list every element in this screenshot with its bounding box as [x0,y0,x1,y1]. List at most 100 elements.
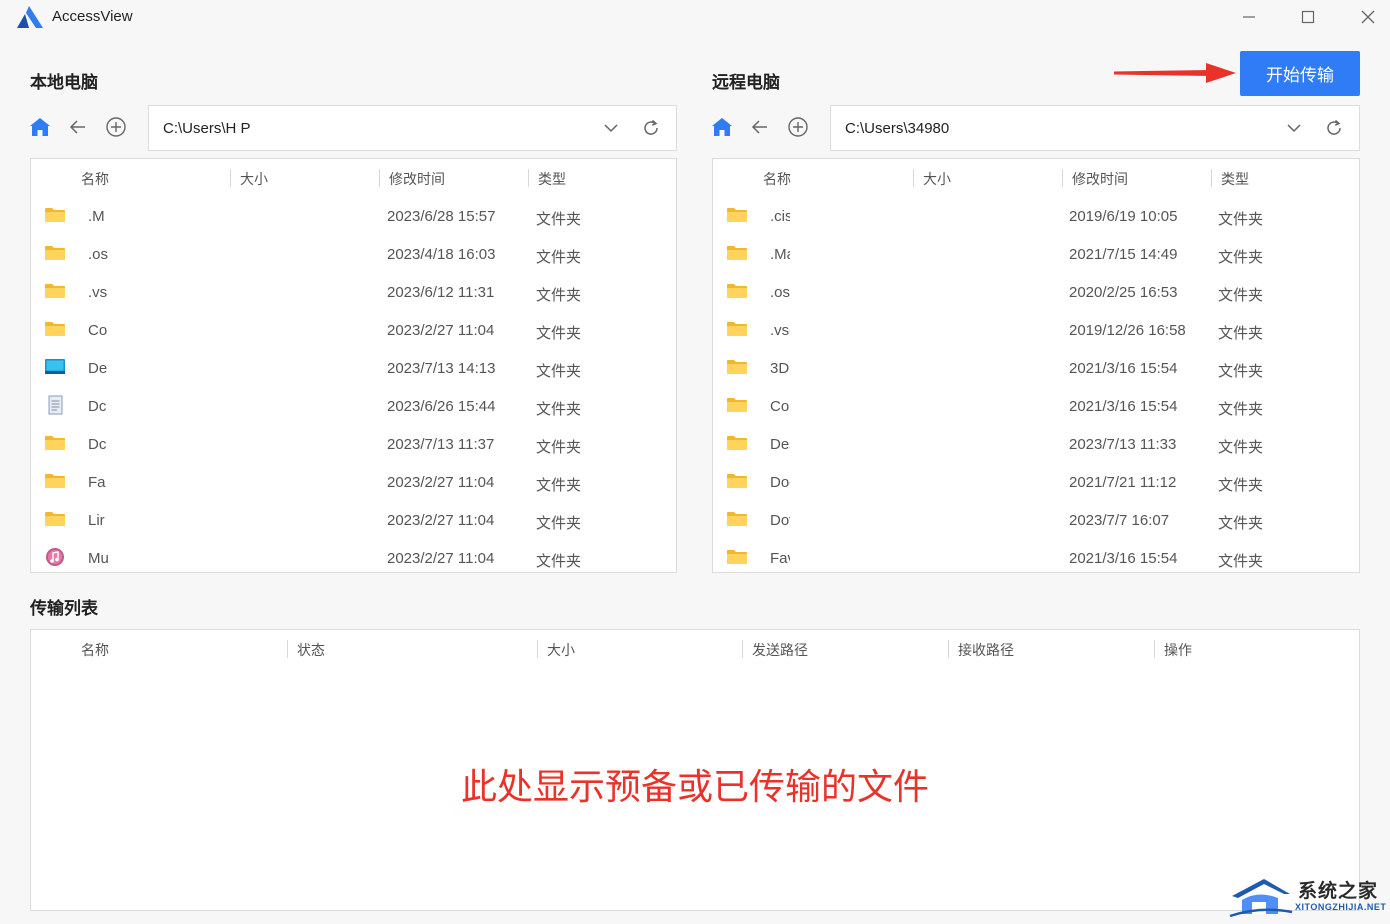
remote-add-icon[interactable] [785,114,811,140]
remote-file-row[interactable]: .Ma 2021/7/15 14:49 文件夹 [713,235,1359,273]
annotation-arrow-icon [1114,63,1236,83]
watermark-subtext: XITONGZHIJIA.NET [1295,902,1387,912]
remote-file-row[interactable]: Cor 2021/3/16 15:54 文件夹 [713,387,1359,425]
transfer-col-send-path[interactable]: 发送路径 [752,640,808,660]
column-divider[interactable] [913,169,914,187]
folder-icon [726,281,748,301]
remote-file-row[interactable]: Fav 2021/3/16 15:54 文件夹 [713,539,1359,572]
column-divider[interactable] [1154,640,1155,658]
remote-home-icon[interactable] [709,114,735,140]
file-modified-time: 2019/12/26 16:58 [1069,322,1186,339]
local-file-row[interactable]: De 2023/7/13 14:13 文件夹 [31,349,676,387]
remote-col-modified[interactable]: 修改时间 [1072,169,1128,189]
local-file-row[interactable]: .M 2023/6/28 15:57 文件夹 [31,197,676,235]
remote-path-box[interactable]: C:\Users\34980 [830,105,1360,151]
local-file-row[interactable]: Co 2023/2/27 11:04 文件夹 [31,311,676,349]
remote-path-dropdown-chevron-down-icon[interactable] [1279,113,1309,143]
local-table-header: 名称 大小 修改时间 类型 [31,159,676,197]
local-col-type[interactable]: 类型 [538,169,566,189]
file-type: 文件夹 [1218,553,1264,570]
local-refresh-icon[interactable] [636,113,666,143]
column-divider[interactable] [742,640,743,658]
folder-icon [726,395,748,415]
remote-back-icon[interactable] [747,114,773,140]
file-modified-time: 2021/3/16 15:54 [1069,550,1178,567]
remote-file-row[interactable]: .oss 2020/2/25 16:53 文件夹 [713,273,1359,311]
file-name: Dc [88,436,107,453]
transfer-list: 名称 状态 大小 发送路径 接收路径 操作 此处显示预备或已传输的文件 [30,629,1360,911]
column-divider[interactable] [948,640,949,658]
local-col-name[interactable]: 名称 [81,169,109,189]
folder-icon [44,433,66,453]
column-divider[interactable] [1211,169,1212,187]
remote-file-row[interactable]: Doc 2021/7/21 11:12 文件夹 [713,463,1359,501]
folder-icon [726,433,748,453]
column-divider[interactable] [1062,169,1063,187]
file-type: 文件夹 [1218,363,1264,380]
maximize-icon[interactable] [1297,6,1319,28]
local-back-icon[interactable] [65,114,91,140]
local-path-dropdown-chevron-down-icon[interactable] [596,113,626,143]
transfer-hint-annotation: 此处显示预备或已传输的文件 [460,766,929,807]
transfer-col-status[interactable]: 状态 [297,640,325,660]
file-modified-time: 2023/6/26 15:44 [387,398,496,415]
file-type: 文件夹 [1218,287,1264,304]
transfer-col-name[interactable]: 名称 [81,640,109,660]
file-modified-time: 2023/2/27 11:04 [387,512,495,529]
folder-icon [726,471,748,491]
remote-col-type[interactable]: 类型 [1221,169,1249,189]
local-file-row[interactable]: Dc 2023/6/26 15:44 文件夹 [31,387,676,425]
remote-file-row[interactable]: 3D 2021/3/16 15:54 文件夹 [713,349,1359,387]
file-name: .vs [88,284,108,301]
local-col-size[interactable]: 大小 [240,169,268,189]
transfer-col-size[interactable]: 大小 [547,640,575,660]
remote-col-size[interactable]: 大小 [923,169,951,189]
file-name: .vsc [770,322,790,339]
remote-file-row[interactable]: Des 2023/7/13 11:33 文件夹 [713,425,1359,463]
file-type: 文件夹 [1218,211,1264,228]
local-file-row[interactable]: .os 2023/4/18 16:03 文件夹 [31,235,676,273]
remote-refresh-icon[interactable] [1319,113,1349,143]
local-col-modified[interactable]: 修改时间 [389,169,445,189]
local-path-box[interactable]: C:\Users\H P [148,105,677,151]
column-divider[interactable] [379,169,380,187]
folder-icon [44,509,66,529]
close-icon[interactable] [1357,6,1379,28]
column-divider[interactable] [287,640,288,658]
local-path-input[interactable]: C:\Users\H P [149,120,596,137]
transfer-col-receive-path[interactable]: 接收路径 [958,640,1014,660]
transfer-section-title: 传输列表 [30,599,98,618]
file-type: 文件夹 [536,439,582,456]
file-type: 文件夹 [536,477,582,494]
local-file-row[interactable]: Lir 2023/2/27 11:04 文件夹 [31,501,676,539]
file-modified-time: 2023/7/7 16:07 [1069,512,1170,529]
column-divider[interactable] [537,640,538,658]
local-home-icon[interactable] [27,114,53,140]
local-file-row[interactable]: Dc 2023/7/13 11:37 文件夹 [31,425,676,463]
app-title: AccessView [52,8,133,25]
file-type: 文件夹 [536,553,582,570]
column-divider[interactable] [230,169,231,187]
file-type: 文件夹 [1218,325,1264,342]
minimize-icon[interactable] [1238,6,1260,28]
column-divider[interactable] [528,169,529,187]
start-transfer-button[interactable]: 开始传输 [1240,51,1360,96]
remote-rows: .cisc 2019/6/19 10:05 文件夹 .Ma 2021/7/15 14:4… [713,197,1359,572]
file-name: Doc [770,474,790,491]
local-add-icon[interactable] [103,114,129,140]
file-name: Mu [88,550,108,567]
remote-file-row[interactable]: .cisc 2019/6/19 10:05 文件夹 [713,197,1359,235]
file-modified-time: 2021/3/16 15:54 [1069,398,1178,415]
app-logo-icon [17,6,43,28]
file-name: Fa [88,474,106,491]
local-file-row[interactable]: Fa 2023/2/27 11:04 文件夹 [31,463,676,501]
file-name: Co [88,322,108,339]
remote-path-input[interactable]: C:\Users\34980 [831,120,1279,137]
local-file-row[interactable]: Mu 2023/2/27 11:04 文件夹 [31,539,676,572]
remote-file-row[interactable]: .vsc 2019/12/26 16:58 文件夹 [713,311,1359,349]
remote-col-name[interactable]: 名称 [763,169,791,189]
file-type: 文件夹 [536,363,582,380]
transfer-col-action[interactable]: 操作 [1164,640,1192,660]
remote-file-row[interactable]: Dov 2023/7/7 16:07 文件夹 [713,501,1359,539]
local-file-row[interactable]: .vs 2023/6/12 11:31 文件夹 [31,273,676,311]
